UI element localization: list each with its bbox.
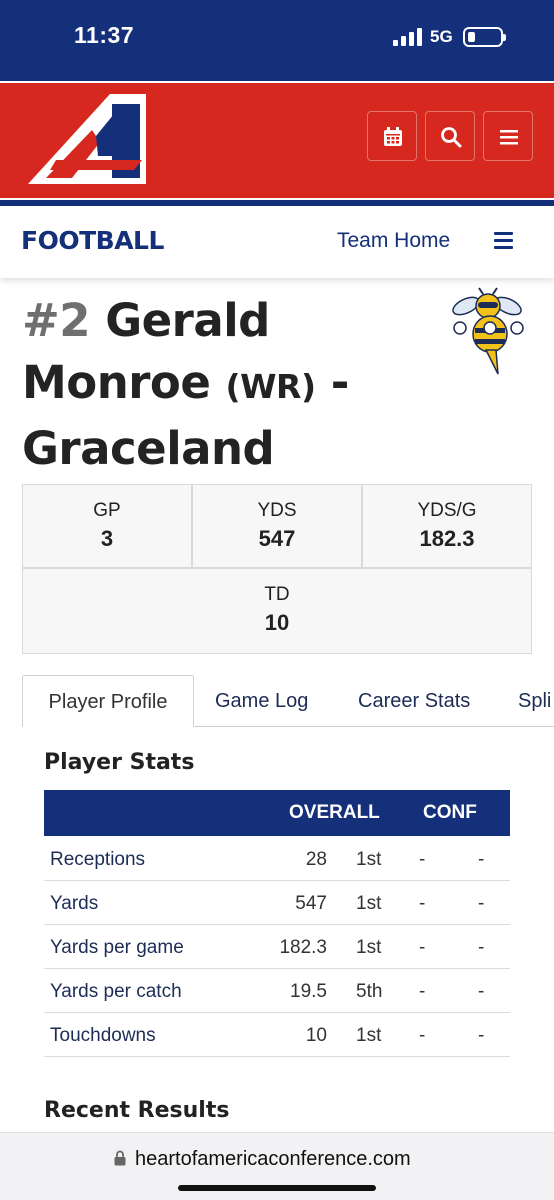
search-button[interactable] [425, 111, 475, 161]
stat-value: 547 [258, 526, 296, 551]
player-first-name: Gerald [105, 294, 270, 347]
network-label: 5G [430, 27, 453, 46]
calendar-button[interactable] [367, 111, 417, 161]
stat-box-td: TD 10 [22, 568, 532, 654]
status-bar: 11:37 5G [0, 0, 554, 76]
home-indicator [178, 1185, 376, 1191]
conf-header: CONF [423, 802, 477, 823]
conf-rank: - [478, 1025, 485, 1046]
conf-value: - [419, 849, 426, 870]
site-menu-button[interactable] [483, 111, 533, 161]
sport-title[interactable]: FOOTBALL [21, 226, 164, 255]
table-row: Yards per game 182.3 1st - - [44, 925, 510, 969]
tab-game-log[interactable]: Game Log [215, 675, 308, 727]
tab-career-stats[interactable]: Career Stats [358, 675, 470, 727]
stat-box-gp: GP 3 [22, 484, 192, 568]
player-number: #2 [22, 294, 91, 347]
site-header [0, 76, 554, 206]
table-row: Yards 547 1st - - [44, 881, 510, 925]
stat-name: Receptions [50, 849, 146, 870]
hoa-logo-icon[interactable] [22, 90, 147, 187]
lock-icon [114, 1150, 126, 1166]
conf-rank: - [478, 849, 485, 870]
stat-value: 3 [100, 526, 114, 551]
overall-header: OVERALL [289, 802, 380, 823]
stat-name: Yards per game [50, 937, 184, 958]
conf-rank: - [478, 981, 485, 1002]
tab-splits[interactable]: Spli [518, 675, 551, 727]
conf-value: - [419, 981, 426, 1002]
stat-name: Yards per catch [50, 981, 182, 1002]
table-row: Touchdowns 10 1st - - [44, 1013, 510, 1057]
stat-box-ydsg: YDS/G 182.3 [362, 484, 532, 568]
stat-value: 19.5 [290, 981, 327, 1002]
conf-rank: - [478, 893, 485, 914]
stat-name: Yards [50, 893, 99, 914]
stat-rank: 1st [356, 893, 382, 914]
stat-value: 28 [305, 849, 327, 870]
status-time: 11:37 [74, 22, 135, 48]
stat-label: GP [93, 500, 121, 521]
browser-url-bar[interactable]: heartofamericaconference.com [0, 1132, 554, 1200]
url-text[interactable]: heartofamericaconference.com [135, 1148, 411, 1171]
stats-table-header: OVERALL CONF [44, 790, 510, 836]
conf-value: - [419, 893, 426, 914]
stat-value: 10 [264, 610, 290, 635]
conf-value: - [419, 1025, 426, 1046]
search-icon [441, 127, 462, 148]
calendar-icon [384, 127, 402, 146]
team-home-link[interactable]: Team Home [337, 229, 450, 253]
yellowjacket-mascot-icon [452, 287, 524, 375]
stat-label: YDS/G [417, 500, 477, 521]
table-row: Yards per catch 19.5 5th - - [44, 969, 510, 1013]
stat-value: 182.3 [279, 937, 327, 958]
player-school: Graceland [22, 422, 275, 475]
recent-results-title: Recent Results [44, 1098, 230, 1123]
stat-rank: 1st [356, 937, 382, 958]
stat-value: 547 [295, 893, 327, 914]
stat-value: 10 [305, 1025, 327, 1046]
player-position: (WR) [225, 367, 316, 406]
battery-icon [463, 27, 506, 47]
stat-rank: 5th [356, 981, 383, 1002]
table-row: Receptions 28 1st - - [44, 837, 510, 881]
stat-label: TD [264, 584, 290, 605]
sport-nav: FOOTBALL Team Home [0, 206, 554, 278]
signal-icon [393, 28, 423, 46]
name-separator: - [330, 356, 350, 409]
player-last-name: Monroe [22, 356, 211, 409]
stat-label: YDS [257, 500, 297, 521]
player-stats-title: Player Stats [44, 750, 195, 775]
hamburger-icon[interactable] [494, 232, 513, 249]
stat-box-yds: YDS 547 [192, 484, 362, 568]
stat-name: Touchdowns [50, 1025, 156, 1046]
stat-rank: 1st [356, 849, 382, 870]
stat-value: 182.3 [419, 526, 475, 551]
stat-rank: 1st [356, 1025, 382, 1046]
tab-player-profile[interactable]: Player Profile [22, 675, 194, 727]
player-heading: #2 Gerald Monroe (WR) - Graceland [22, 290, 442, 480]
conf-rank: - [478, 937, 485, 958]
conf-value: - [419, 937, 426, 958]
menu-icon [500, 130, 518, 145]
